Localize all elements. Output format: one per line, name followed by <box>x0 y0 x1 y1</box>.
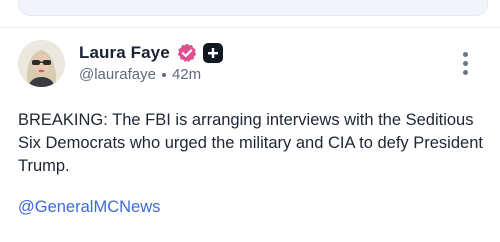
plus-badge-icon <box>202 43 223 63</box>
avatar[interactable] <box>18 40 65 87</box>
display-name[interactable]: Laura Faye <box>79 43 170 63</box>
mention-link[interactable]: @GeneralMCNews <box>18 198 160 217</box>
post-meta: @laurafaye 42m <box>79 66 201 83</box>
more-vertical-icon[interactable] <box>458 52 474 78</box>
post-card[interactable]: Laura Faye @laurafaye 42m BREAKING: The … <box>0 28 500 242</box>
handle[interactable]: @laurafaye <box>79 66 156 83</box>
post-header: Laura Faye <box>79 41 223 65</box>
post-text: BREAKING: The FBI is arranging interview… <box>18 111 483 175</box>
verified-badge-icon <box>176 42 198 64</box>
timestamp[interactable]: 42m <box>172 66 201 83</box>
feed-page: Laura Faye @laurafaye 42m BREAKING: The … <box>0 0 500 242</box>
search-bar[interactable] <box>18 0 488 16</box>
separator-dot <box>161 72 166 77</box>
